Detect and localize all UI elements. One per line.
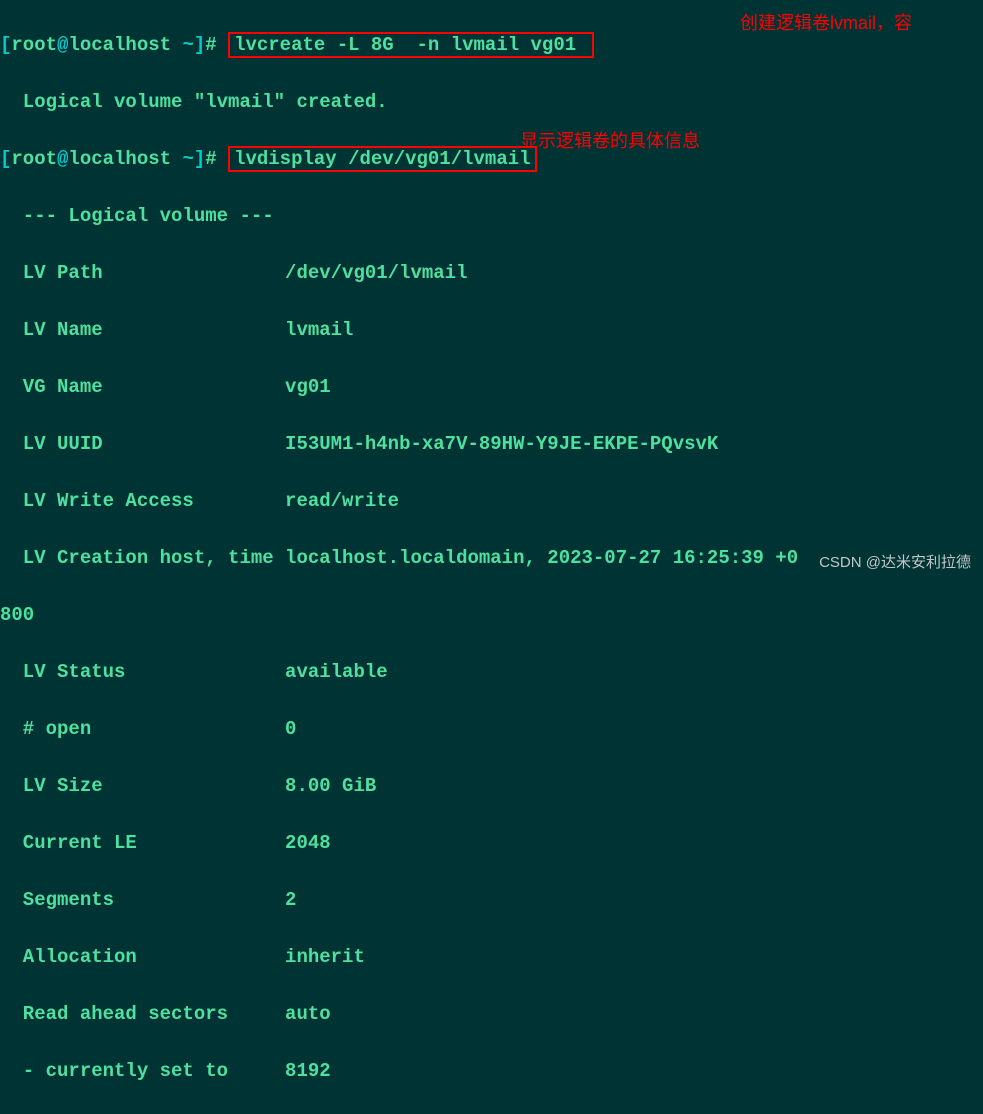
- label: Read ahead sectors: [0, 1003, 285, 1025]
- output-created: Logical volume "lvmail" created.: [0, 88, 983, 117]
- lv-name-row: LV Name lvmail: [0, 316, 983, 345]
- value: 2: [285, 889, 296, 911]
- path: ~: [182, 34, 193, 56]
- value: inherit: [285, 946, 365, 968]
- value: I53UM1-h4nb-xa7V-89HW-Y9JE-EKPE-PQvsvK: [285, 433, 718, 455]
- watermark: CSDN @达米安利拉德: [819, 552, 971, 575]
- label: Segments: [0, 889, 285, 911]
- value: vg01: [285, 376, 331, 398]
- value: /dev/vg01/lvmail: [285, 262, 467, 284]
- lv-header: --- Logical volume ---: [0, 202, 983, 231]
- label: Allocation: [0, 946, 285, 968]
- command-lvdisplay: lvdisplay /dev/vg01/lvmail: [228, 146, 536, 172]
- annotation-create: 创建逻辑卷lvmail，容: [740, 10, 912, 37]
- value: read/write: [285, 490, 399, 512]
- value: available: [285, 661, 388, 683]
- hash: #: [205, 148, 228, 170]
- label: LV Path: [0, 262, 285, 284]
- label: LV UUID: [0, 433, 285, 455]
- at-sign: @: [57, 34, 68, 56]
- path: ~: [182, 148, 193, 170]
- value: 8192: [285, 1060, 331, 1082]
- prompt-line-2: [root@localhost ~]# lvdisplay /dev/vg01/…: [0, 145, 983, 174]
- bracket-close: ]: [194, 148, 205, 170]
- annotation-display: 显示逻辑卷的具体信息: [520, 128, 700, 155]
- label: VG Name: [0, 376, 285, 398]
- command-lvcreate: lvcreate -L 8G -n lvmail vg01: [228, 32, 593, 58]
- user: root: [11, 34, 57, 56]
- lv-path-row: LV Path /dev/vg01/lvmail: [0, 259, 983, 288]
- host: localhost: [68, 148, 171, 170]
- hash: #: [205, 34, 228, 56]
- lv-uuid-row: LV UUID I53UM1-h4nb-xa7V-89HW-Y9JE-EKPE-…: [0, 430, 983, 459]
- allocation-row: Allocation inherit: [0, 943, 983, 972]
- value: 2048: [285, 832, 331, 854]
- bracket-open: [: [0, 148, 11, 170]
- value: lvmail: [285, 319, 353, 341]
- at-sign: @: [57, 148, 68, 170]
- label: # open: [0, 718, 285, 740]
- lv-size-row: LV Size 8.00 GiB: [0, 772, 983, 801]
- host: localhost: [68, 34, 171, 56]
- current-le-row: Current LE 2048: [0, 829, 983, 858]
- value: 8.00 GiB: [285, 775, 376, 797]
- open-row: # open 0: [0, 715, 983, 744]
- vg-name-row: VG Name vg01: [0, 373, 983, 402]
- value: localhost.localdomain, 2023-07-27 16:25:…: [285, 547, 798, 569]
- label: LV Creation host, time: [0, 547, 285, 569]
- bracket-close: ]: [194, 34, 205, 56]
- label: LV Write Access: [0, 490, 285, 512]
- label: - currently set to: [0, 1060, 285, 1082]
- space: [171, 34, 182, 56]
- label: LV Size: [0, 775, 285, 797]
- lv-status-row: LV Status available: [0, 658, 983, 687]
- value: auto: [285, 1003, 331, 1025]
- label: Current LE: [0, 832, 285, 854]
- currently-set-row: - currently set to 8192: [0, 1057, 983, 1086]
- segments-row: Segments 2: [0, 886, 983, 915]
- read-ahead-row: Read ahead sectors auto: [0, 1000, 983, 1029]
- bracket-open: [: [0, 34, 11, 56]
- value: 0: [285, 718, 296, 740]
- label: LV Status: [0, 661, 285, 683]
- lv-creation-row-wrap: 800: [0, 601, 983, 630]
- label: LV Name: [0, 319, 285, 341]
- lv-write-access-row: LV Write Access read/write: [0, 487, 983, 516]
- user: root: [11, 148, 57, 170]
- space: [171, 148, 182, 170]
